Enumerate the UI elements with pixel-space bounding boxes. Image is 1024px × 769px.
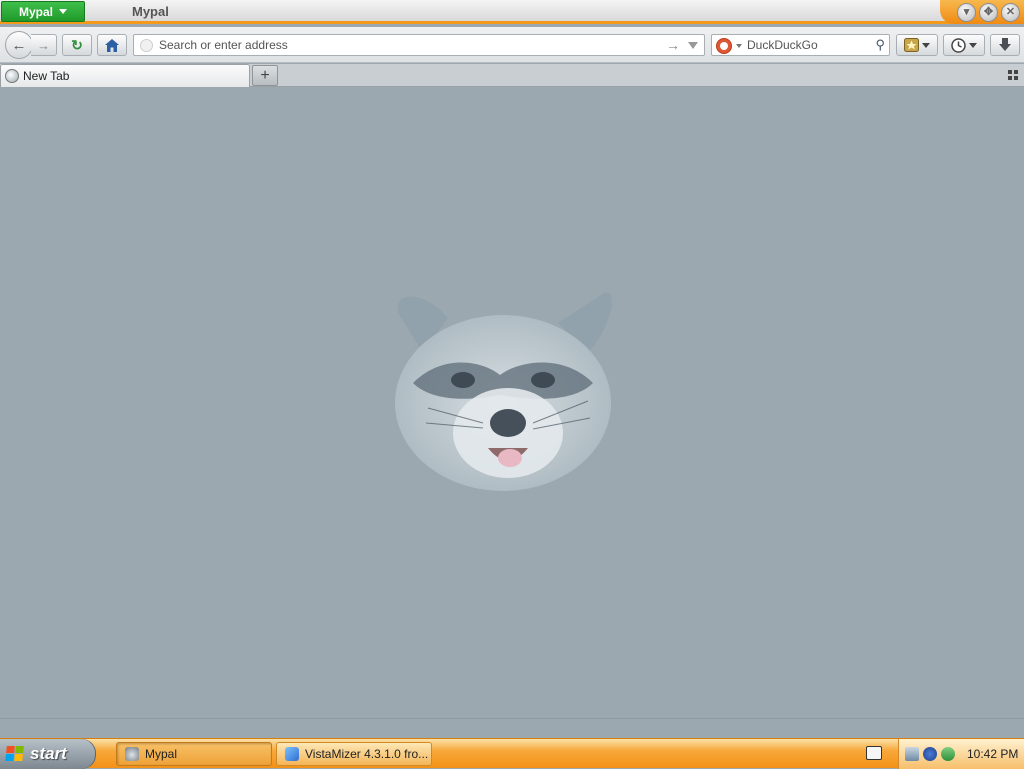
restore-button[interactable]: ✥ [979,2,998,22]
new-tab-button[interactable]: + [252,65,278,86]
system-tray: 10:42 PM [898,739,1024,769]
taskbar-item-vistamizer[interactable]: VistaMizer 4.3.1.0 fro... [276,742,432,766]
history-icon [951,37,966,53]
navigation-toolbar: ← → ↻ → ⚲ [0,27,1024,63]
arrow-right-icon: → [37,37,50,53]
network-icon[interactable] [905,747,919,761]
chevron-down-icon [922,42,930,48]
search-input[interactable] [747,37,867,53]
window-controls: ▾ ✥ ✕ [940,0,1024,24]
close-button[interactable]: ✕ [1001,2,1020,22]
home-icon [105,38,119,52]
tab-label: New Tab [23,69,70,83]
tab-new-tab[interactable]: New Tab [0,64,250,87]
search-bar[interactable]: ⚲ [711,34,890,56]
raccoon-app-icon [125,747,139,761]
bookmarks-button[interactable] [896,34,938,56]
arrow-left-icon: ← [11,36,27,54]
raccoon-logo [395,292,612,491]
reload-button[interactable]: ↻ [62,34,92,56]
sharing-icon[interactable] [923,747,937,761]
duckduckgo-icon[interactable] [716,38,732,54]
chevron-down-icon [969,42,977,48]
taskbar: start Mypal VistaMizer 4.3.1.0 fro... 10… [0,738,1024,769]
installer-app-icon [285,747,299,761]
back-forward-group: ← → [5,31,57,59]
bookmarks-icon [904,38,919,52]
minimize-button[interactable]: ▾ [957,2,976,22]
taskbar-item-label: Mypal [145,747,178,761]
magnifier-icon[interactable]: ⚲ [875,37,885,53]
reload-icon: ↻ [71,36,83,53]
home-button[interactable] [97,34,127,56]
downloads-button[interactable] [990,34,1020,56]
taskbar-item-label: VistaMizer 4.3.1.0 fro... [305,747,429,761]
tab-list-icon [1008,70,1012,74]
chevron-down-icon [59,9,67,14]
tab-list-button[interactable] [1008,70,1018,80]
sync-icon[interactable] [941,747,955,761]
site-identity-icon [140,39,153,52]
status-divider [0,718,1024,719]
history-dropdown-icon[interactable] [688,42,698,49]
keyboard-icon[interactable] [866,746,882,760]
app-menu-label: Mypal [18,4,53,19]
start-button[interactable]: start [0,739,96,769]
windows-logo-icon [5,746,25,762]
tab-strip: New Tab + [0,64,1024,87]
window-title: Mypal [132,4,169,19]
page-content [0,88,1024,718]
clock[interactable]: 10:42 PM [967,747,1018,761]
engine-chevron-down-icon[interactable] [736,44,742,48]
address-input[interactable] [159,37,659,53]
back-button[interactable]: ← [5,31,33,59]
forward-button[interactable]: → [31,34,57,56]
globe-icon [5,69,19,83]
start-label: start [30,744,67,763]
taskbar-item-mypal[interactable]: Mypal [116,742,272,766]
app-menu-button[interactable]: Mypal [1,1,85,22]
download-icon [999,38,1011,51]
go-arrow-icon[interactable]: → [666,37,680,53]
history-button[interactable] [943,34,985,56]
address-bar[interactable]: → [133,34,705,56]
plus-icon: + [260,66,270,84]
title-bar: Mypal Mypal ▾ ✥ ✕ [0,0,1024,24]
